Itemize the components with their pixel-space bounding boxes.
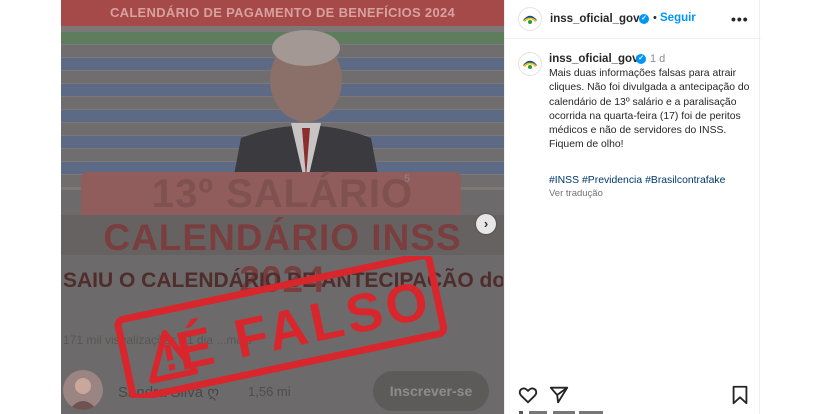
inss-logo-icon bbox=[523, 15, 537, 24]
hashtag-link[interactable]: #Brasilcontrafake bbox=[645, 175, 725, 186]
next-slide-button[interactable]: › bbox=[476, 214, 496, 234]
inss-logo-icon bbox=[523, 60, 537, 69]
page-number: 5 bbox=[404, 173, 411, 185]
instagram-post-page: CALENDÁRIO DE PAGAMENTO DE BENEFÍCIOS 20… bbox=[0, 0, 828, 414]
hashtags: #INSS #Previdencia #Brasilcontrafake bbox=[549, 175, 728, 186]
caption-avatar[interactable] bbox=[518, 52, 542, 76]
post-time: 1 d bbox=[650, 53, 666, 65]
hashtag-link[interactable]: #INSS bbox=[549, 175, 579, 186]
fake-news-stamp: É FALSO bbox=[114, 256, 448, 398]
follow-button[interactable]: Seguir bbox=[660, 12, 696, 24]
profile-avatar[interactable] bbox=[518, 7, 542, 31]
send-icon[interactable] bbox=[548, 384, 570, 406]
caption-text: Mais duas informações falsas para atrair… bbox=[549, 68, 750, 151]
post-actions bbox=[505, 384, 761, 408]
caption-verified-badge-icon: ✓ bbox=[636, 54, 646, 64]
more-options-icon[interactable]: ••• bbox=[731, 11, 749, 27]
post-header: inss_oficial_gov ✓ • Seguir ••• bbox=[505, 0, 761, 39]
caption-username[interactable]: inss_oficial_gov bbox=[549, 53, 638, 65]
bookmark-icon[interactable] bbox=[729, 384, 751, 406]
channel-avatar bbox=[63, 370, 103, 410]
header-separator: • bbox=[653, 12, 657, 24]
hashtag-link[interactable]: #Previdencia bbox=[582, 175, 642, 186]
heart-icon[interactable] bbox=[517, 384, 539, 406]
headline-line-1: 13º SALÁRIO bbox=[151, 172, 414, 216]
verified-badge-icon: ✓ bbox=[639, 14, 649, 24]
see-translation-link[interactable]: Ver tradução bbox=[549, 188, 603, 199]
header-username[interactable]: inss_oficial_gov bbox=[550, 13, 639, 25]
likes-row-cutoff bbox=[519, 411, 603, 414]
post-media[interactable]: CALENDÁRIO DE PAGAMENTO DE BENEFÍCIOS 20… bbox=[61, 0, 504, 414]
post-side-panel: inss_oficial_gov ✓ • Seguir ••• inss_ofi… bbox=[504, 0, 761, 414]
